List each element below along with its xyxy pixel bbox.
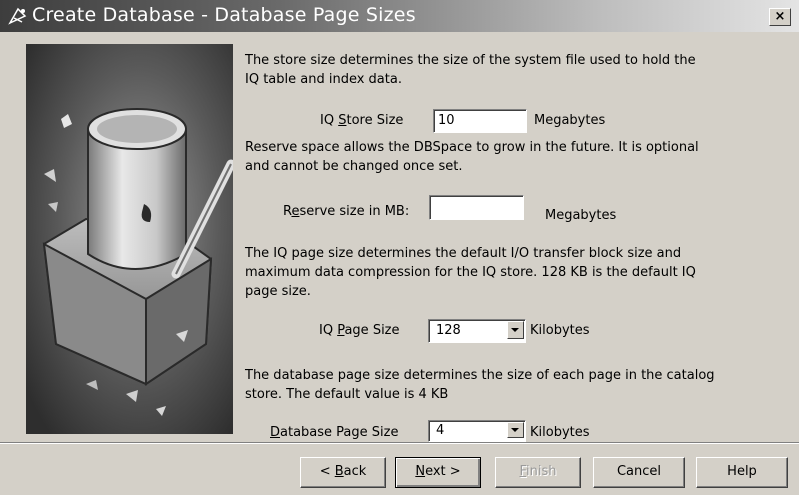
iq-store-size-input[interactable]: 10: [433, 109, 527, 133]
iq-page-size-unit: Kilobytes: [530, 323, 590, 338]
finish-button[interactable]: Finish: [495, 457, 581, 488]
database-cylinder-illustration: [26, 44, 233, 434]
iq-page-size-select[interactable]: 128: [428, 319, 526, 343]
db-page-size-description: The database page size determines the si…: [245, 368, 715, 402]
db-page-size-label: Database Page Size: [270, 425, 399, 440]
db-page-size-unit: Kilobytes: [530, 425, 590, 440]
reserve-space-description: Reserve space allows the DBSpace to grow…: [245, 140, 699, 174]
reserve-size-unit: Megabytes: [545, 208, 617, 223]
chevron-down-icon: [511, 428, 519, 432]
iq-page-size-description: The IQ page size determines the default …: [245, 246, 696, 299]
close-button[interactable]: ×: [769, 8, 791, 26]
db-page-size-value: 4: [436, 423, 445, 438]
iq-page-size-value: 128: [436, 323, 461, 338]
store-size-description: The store size determines the size of th…: [245, 53, 696, 87]
database-wizard-icon: [8, 7, 27, 25]
wizard-illustration: [26, 44, 233, 434]
close-icon: ×: [774, 9, 786, 24]
reserve-size-input[interactable]: [429, 195, 524, 220]
window-title: Create Database - Database Page Sizes: [32, 4, 416, 26]
iq-store-size-unit: Megabytes: [534, 113, 606, 128]
next-button[interactable]: Next >: [395, 457, 481, 488]
reserve-size-label: Reserve size in MB:: [283, 204, 410, 219]
iq-store-size-label: IQ Store Size: [320, 113, 404, 128]
button-bar-divider: [0, 442, 799, 444]
title-bar: Create Database - Database Page Sizes ×: [0, 0, 799, 32]
chevron-down-icon: [511, 328, 519, 332]
cancel-button[interactable]: Cancel: [593, 457, 685, 488]
iq-page-size-label: IQ Page Size: [319, 323, 400, 338]
iq-page-size-dropdown-button[interactable]: [507, 321, 524, 339]
db-page-size-select[interactable]: 4: [428, 420, 526, 442]
db-page-size-dropdown-button[interactable]: [507, 422, 524, 438]
help-button[interactable]: Help: [696, 457, 788, 488]
back-button[interactable]: < Back: [300, 457, 386, 488]
